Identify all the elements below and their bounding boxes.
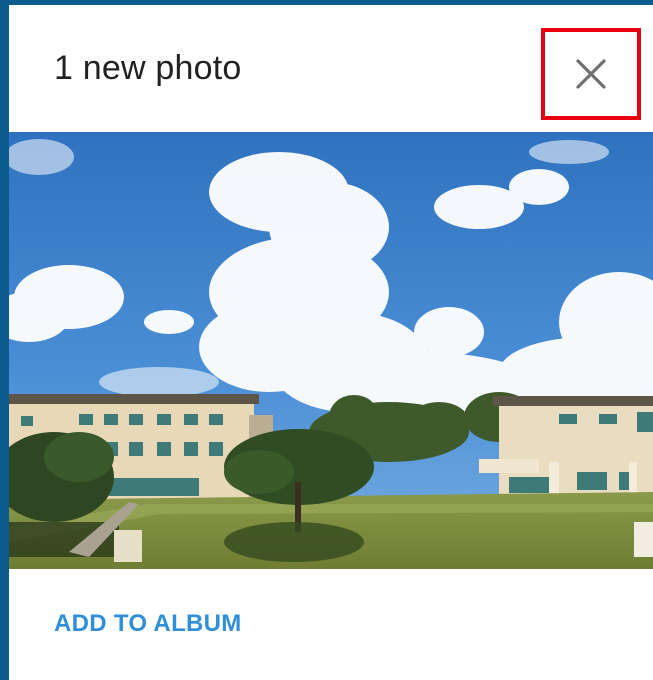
add-to-album-button[interactable]: ADD TO ALBUM [54,610,242,638]
close-button[interactable] [541,28,641,120]
photo-image [9,132,653,569]
window-frame: 1 new photo ADD TO ALBUM [0,0,653,680]
dialog-actions: ADD TO ALBUM [9,569,653,680]
dialog-title: 1 new photo [54,49,242,87]
dialog-header: 1 new photo [9,5,653,132]
new-photo-dialog: 1 new photo ADD TO ALBUM [9,5,653,680]
photo-preview[interactable] [9,132,653,569]
close-icon [576,59,606,89]
